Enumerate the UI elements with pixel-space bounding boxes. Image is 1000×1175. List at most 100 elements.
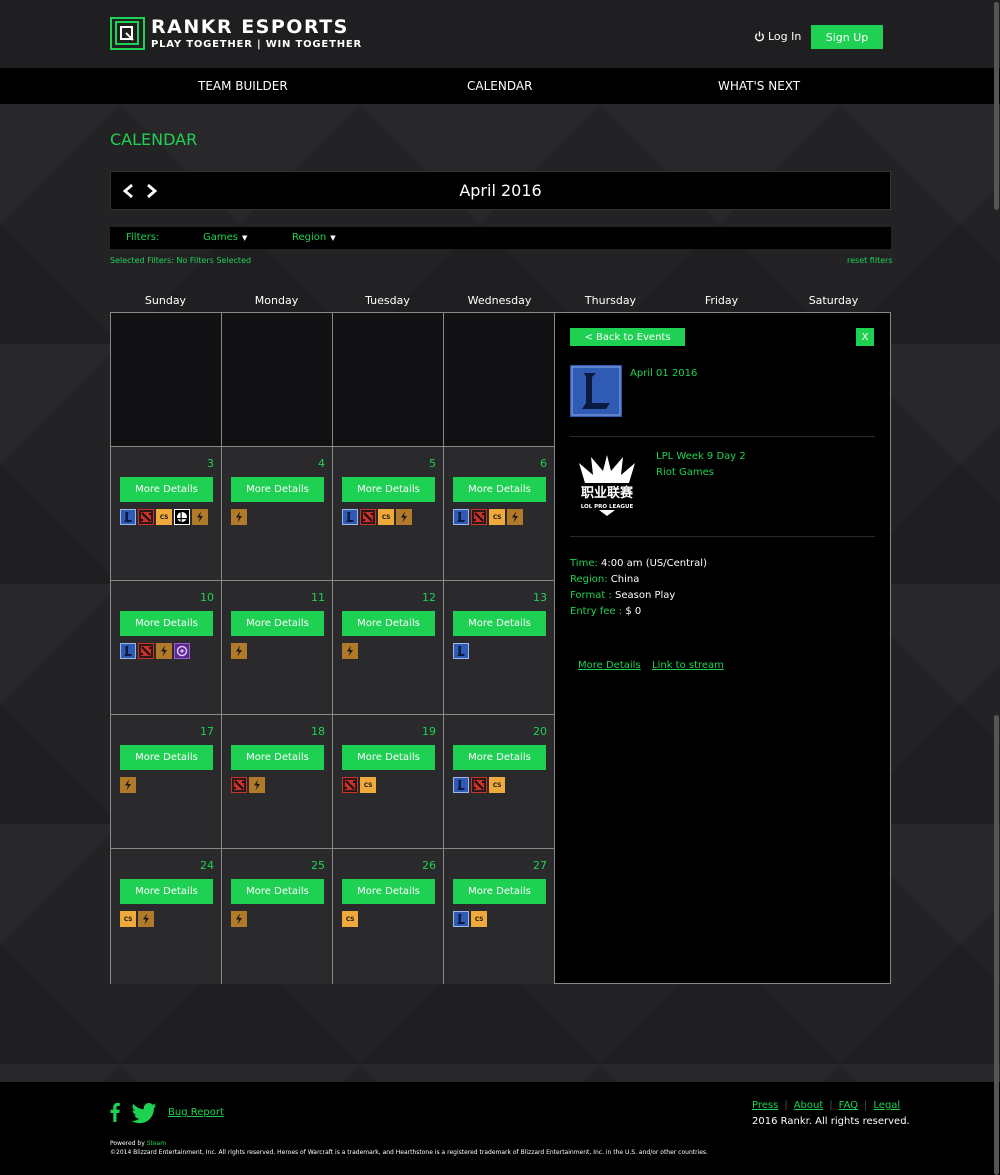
calendar-day-cell[interactable]: 25 More Details — [222, 849, 333, 984]
faq-link[interactable]: FAQ — [839, 1100, 858, 1111]
calendar-day-cell[interactable]: 12 More Details — [333, 581, 444, 715]
lpl-league-logo-icon: 职业联赛 LOL PRO LEAGUE — [579, 455, 635, 516]
footer-links: Press | About | FAQ | Legal — [752, 1100, 900, 1111]
calendar-day-cell[interactable]: 18 More Details — [222, 715, 333, 849]
more-details-button[interactable]: More Details — [453, 477, 546, 502]
more-details-button[interactable]: More Details — [453, 745, 546, 770]
day-number: 3 — [207, 457, 214, 470]
day-number: 20 — [533, 725, 547, 738]
twitter-icon[interactable] — [131, 1103, 157, 1124]
top-header: RANKR ESPORTS PLAY TOGETHER | WIN TOGETH… — [0, 0, 1000, 68]
calendar-day-cell[interactable]: 20 More Details CS — [444, 715, 555, 849]
press-link[interactable]: Press — [752, 1100, 778, 1111]
cs-icon: CS — [489, 509, 505, 525]
calendar-day-cell[interactable]: 6 More Details CS — [444, 447, 555, 581]
lol-icon — [120, 643, 136, 659]
calendar-day-cell[interactable]: 4 More Details — [222, 447, 333, 581]
game-icons — [120, 643, 190, 659]
calendar-day-cell[interactable]: 13 More Details — [444, 581, 555, 715]
dota-icon — [471, 777, 487, 793]
calendar-day-cell[interactable]: 26 More Details CS — [333, 849, 444, 984]
logo[interactable]: RANKR ESPORTS PLAY TOGETHER | WIN TOGETH… — [110, 17, 362, 50]
calendar-day-cell[interactable]: 24 More Details CS — [111, 849, 222, 984]
hearthstone-icon — [342, 643, 358, 659]
scrollbar-thumb[interactable] — [994, 2, 999, 210]
time-value: 4:00 am (US/Central) — [601, 558, 707, 569]
close-button[interactable]: X — [856, 328, 874, 346]
calendar-day-cell[interactable]: 3 More Details CS — [111, 447, 222, 581]
hearthstone-icon — [156, 643, 172, 659]
event-date: April 01 2016 — [630, 368, 698, 379]
login-link[interactable]: Log In — [754, 30, 801, 43]
copyright: 2016 Rankr. All rights reserved. — [752, 1116, 910, 1127]
nav-team-builder[interactable]: TEAM BUILDER — [198, 79, 288, 93]
facebook-icon[interactable] — [110, 1102, 120, 1122]
bug-report-link[interactable]: Bug Report — [168, 1107, 224, 1118]
hearthstone-icon — [231, 509, 247, 525]
hearthstone-icon — [192, 509, 208, 525]
game-icons — [231, 509, 247, 525]
calendar-day-cell[interactable]: 17 More Details — [111, 715, 222, 849]
lol-icon — [453, 509, 469, 525]
calendar-day-cell[interactable]: 11 More Details — [222, 581, 333, 715]
game-icons — [231, 643, 247, 659]
separator: | — [784, 1100, 788, 1111]
hearthstone-icon — [249, 777, 265, 793]
cs-icon: CS — [156, 509, 172, 525]
steam-link[interactable]: Steam — [147, 1140, 166, 1147]
nav-calendar[interactable]: CALENDAR — [467, 79, 532, 93]
game-icons: CS — [342, 777, 376, 793]
more-details-button[interactable]: More Details — [120, 611, 213, 636]
game-icons: CS — [453, 509, 523, 525]
more-details-button[interactable]: More Details — [231, 611, 324, 636]
page-title: CALENDAR — [110, 130, 198, 149]
more-details-button[interactable]: More Details — [453, 611, 546, 636]
more-details-button[interactable]: More Details — [342, 477, 435, 502]
more-details-button[interactable]: More Details — [342, 611, 435, 636]
back-to-events-button[interactable]: < Back to Events — [570, 328, 685, 346]
event-entry-fee: Entry fee : $ 0 — [570, 606, 641, 617]
lol-game-logo-icon — [570, 365, 622, 417]
more-details-button[interactable]: More Details — [231, 745, 324, 770]
games-filter-dropdown[interactable]: Games ▼ — [203, 232, 247, 243]
time-label: Time: — [570, 558, 598, 569]
more-details-button[interactable]: More Details — [453, 879, 546, 904]
day-number: 12 — [422, 591, 436, 604]
dota-icon — [231, 777, 247, 793]
calendar-day-cell[interactable]: 10 More Details — [111, 581, 222, 715]
more-details-link[interactable]: More Details — [578, 660, 641, 671]
dota-icon — [138, 643, 154, 659]
more-details-button[interactable]: More Details — [231, 879, 324, 904]
stream-link[interactable]: Link to stream — [652, 660, 724, 671]
calendar-day-cell[interactable]: 5 More Details CS — [333, 447, 444, 581]
day-number: 10 — [200, 591, 214, 604]
day-number: 5 — [429, 457, 436, 470]
caret-down-icon: ▼ — [241, 234, 248, 242]
rankr-logo-icon — [110, 17, 145, 50]
hearthstone-icon — [396, 509, 412, 525]
more-details-button[interactable]: More Details — [342, 879, 435, 904]
selected-filters-text: Selected Filters: No Filters Selected — [110, 256, 252, 265]
scrollbar-thumb[interactable] — [994, 1000, 999, 1175]
game-icons: CS — [453, 777, 505, 793]
more-details-button[interactable]: More Details — [120, 879, 213, 904]
scrollbar[interactable] — [992, 0, 1000, 1175]
event-name: LPL Week 9 Day 2 — [656, 451, 746, 462]
calendar-day-cell[interactable]: 27 More Details CS — [444, 849, 555, 984]
nav-whats-next[interactable]: WHAT'S NEXT — [718, 79, 800, 93]
fee-value: $ 0 — [625, 606, 642, 617]
calendar-day-cell[interactable]: 19 More Details CS — [333, 715, 444, 849]
weekday-label: Saturday — [808, 294, 859, 307]
more-details-button[interactable]: More Details — [120, 477, 213, 502]
more-details-button[interactable]: More Details — [342, 745, 435, 770]
dota-icon — [342, 777, 358, 793]
divider — [570, 436, 875, 437]
signup-button[interactable]: Sign Up — [811, 25, 883, 49]
region-filter-dropdown[interactable]: Region ▼ — [292, 232, 336, 243]
legal-link[interactable]: Legal — [873, 1100, 900, 1111]
cs-icon: CS — [342, 911, 358, 927]
reset-filters-link[interactable]: reset filters — [847, 256, 893, 265]
about-link[interactable]: About — [794, 1100, 824, 1111]
more-details-button[interactable]: More Details — [231, 477, 324, 502]
more-details-button[interactable]: More Details — [120, 745, 213, 770]
